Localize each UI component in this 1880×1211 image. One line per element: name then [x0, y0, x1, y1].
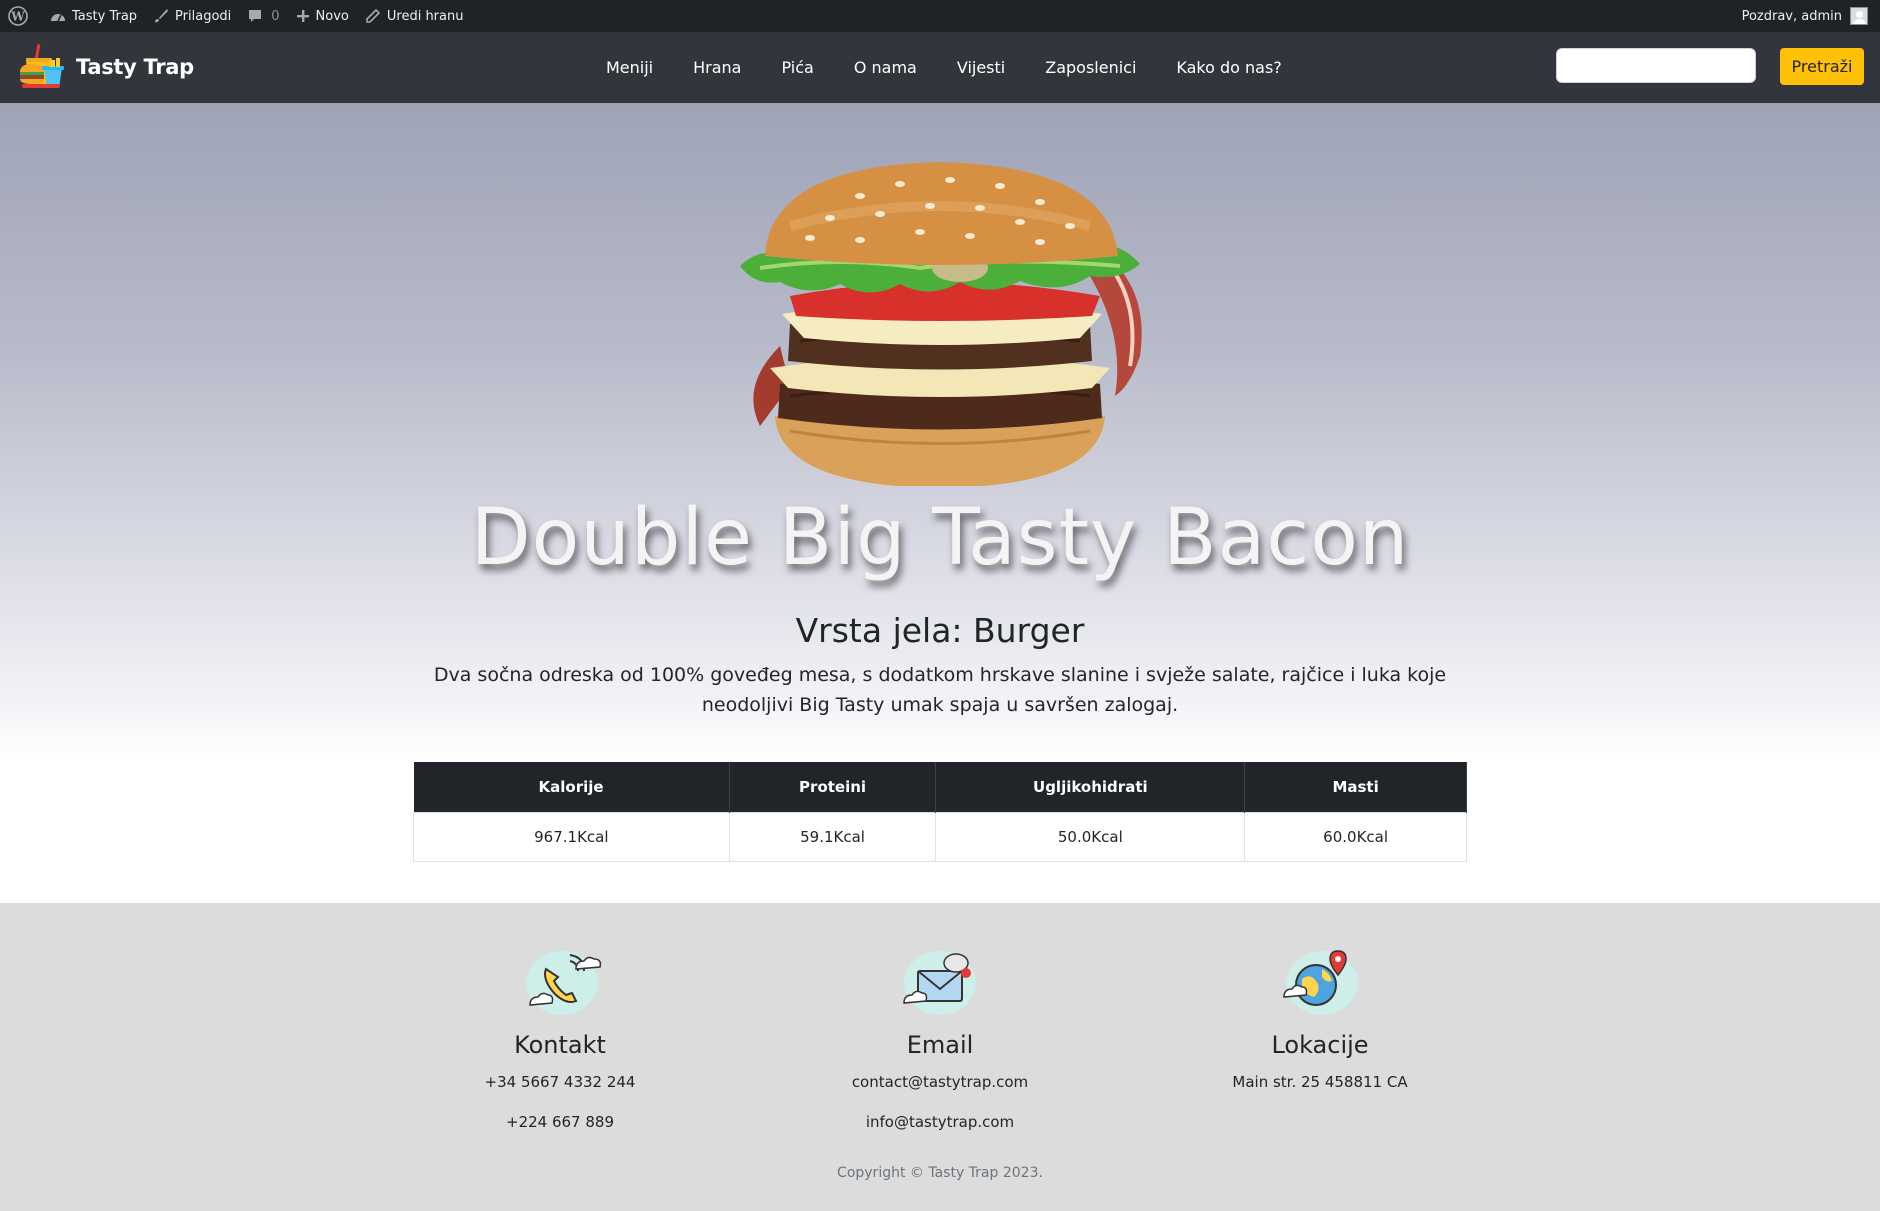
- value-calories: 967.1Kcal: [413, 811, 730, 862]
- header-fats: Masti: [1244, 762, 1467, 812]
- svg-text:W: W: [10, 10, 25, 24]
- footer: Kontakt +34 5667 4332 244 +224 667 889 E…: [0, 903, 1880, 1211]
- nutrition-table: Kalorije Proteini Ugljikohidrati Masti 9…: [413, 762, 1467, 862]
- nav-link-kako-do-nas[interactable]: Kako do nas?: [1176, 58, 1281, 77]
- edit-food-link[interactable]: Uredi hranu: [365, 0, 464, 32]
- new-link[interactable]: Novo: [296, 0, 349, 32]
- dashboard-icon: [51, 14, 65, 22]
- comments-count: 0: [271, 8, 280, 24]
- nav-link-vijesti[interactable]: Vijesti: [957, 58, 1005, 77]
- header-carbs: Ugljikohidrati: [935, 762, 1246, 812]
- header-proteins: Proteini: [729, 762, 937, 812]
- wordpress-logo-icon[interactable]: W: [8, 0, 34, 32]
- plus-icon: [296, 10, 309, 22]
- value-fats: 60.0Kcal: [1244, 811, 1467, 862]
- dish-title: Double Big Tasty Bacon: [470, 493, 1410, 583]
- main-navbar: Tasty Trap Meniji Hrana Pića O nama Vije…: [0, 32, 1880, 103]
- email-address-2[interactable]: info@tastytrap.com: [790, 1113, 1090, 1131]
- customize-label: Prilagodi: [175, 8, 232, 24]
- value-carbs: 50.0Kcal: [935, 811, 1246, 862]
- contact-phone-1[interactable]: +34 5667 4332 244: [410, 1073, 710, 1091]
- brand-name: Tasty Trap: [76, 55, 194, 79]
- value-proteins: 59.1Kcal: [728, 811, 937, 862]
- footer-contact: Kontakt +34 5667 4332 244 +224 667 889: [410, 939, 710, 1131]
- comments-link[interactable]: 0: [247, 0, 280, 32]
- admin-bar: W Tasty Trap Prilagodi 0 Novo Uredi hran…: [0, 0, 1880, 32]
- envelope-icon: [903, 951, 976, 1015]
- search-input[interactable]: [1556, 48, 1756, 83]
- new-label: Novo: [315, 8, 349, 24]
- copyright: Copyright © Tasty Trap 2023.: [837, 1165, 1043, 1181]
- location-address: Main str. 25 458811 CA: [1232, 1073, 1408, 1091]
- greeting-text: Pozdrav, admin: [1741, 8, 1842, 24]
- dish-type: Vrsta jela: Burger: [795, 611, 1085, 650]
- account-menu[interactable]: Pozdrav, admin: [1742, 0, 1868, 32]
- footer-location: Lokacije Main str. 25 458811 CA: [1170, 939, 1470, 1091]
- nav-link-pica[interactable]: Pića: [781, 58, 813, 77]
- location-title: Lokacije: [1271, 1031, 1369, 1059]
- brand-link[interactable]: Tasty Trap: [18, 42, 194, 92]
- nav-link-zaposlenici[interactable]: Zaposlenici: [1045, 58, 1136, 77]
- contact-phone-2[interactable]: +224 667 889: [410, 1113, 710, 1131]
- site-name-label: Tasty Trap: [72, 8, 138, 24]
- pencil-icon: [366, 8, 381, 23]
- contact-title: Kontakt: [514, 1031, 606, 1059]
- email-title: Email: [906, 1031, 974, 1059]
- dish-description: Dva sočna odreska od 100% goveđeg mesa, …: [433, 664, 1447, 716]
- comment-icon: [249, 10, 262, 22]
- dish-hero: Double Big Tasty Bacon Vrsta jela: Burge…: [0, 103, 1880, 903]
- globe-pin-icon: [1283, 950, 1358, 1015]
- avatar: [1850, 7, 1868, 25]
- brush-icon: [155, 9, 169, 23]
- nav-link-o-nama[interactable]: O nama: [854, 58, 917, 77]
- edit-food-label: Uredi hranu: [386, 8, 464, 24]
- header-calories: Kalorije: [413, 762, 730, 812]
- site-name-link[interactable]: Tasty Trap: [50, 0, 137, 32]
- table-row: 967.1Kcal 59.1Kcal 50.0Kcal 60.0Kcal: [413, 811, 1467, 862]
- nav-link-meniji[interactable]: Meniji: [606, 58, 653, 77]
- customize-link[interactable]: Prilagodi: [153, 0, 231, 32]
- burger-image: [740, 162, 1142, 486]
- nav-link-hrana[interactable]: Hrana: [693, 58, 741, 77]
- nav-links: Meniji Hrana Pića O nama Vijesti Zaposle…: [606, 32, 1322, 103]
- fast-food-logo-icon: [20, 43, 64, 88]
- footer-email: Email contact@tastytrap.com info@tastytr…: [790, 939, 1090, 1131]
- nutrition-header-row: Kalorije Proteini Ugljikohidrati Masti: [413, 762, 1467, 812]
- search-button[interactable]: Pretraži: [1780, 48, 1864, 85]
- email-address-1[interactable]: contact@tastytrap.com: [790, 1073, 1090, 1091]
- phone-icon: [526, 951, 602, 1015]
